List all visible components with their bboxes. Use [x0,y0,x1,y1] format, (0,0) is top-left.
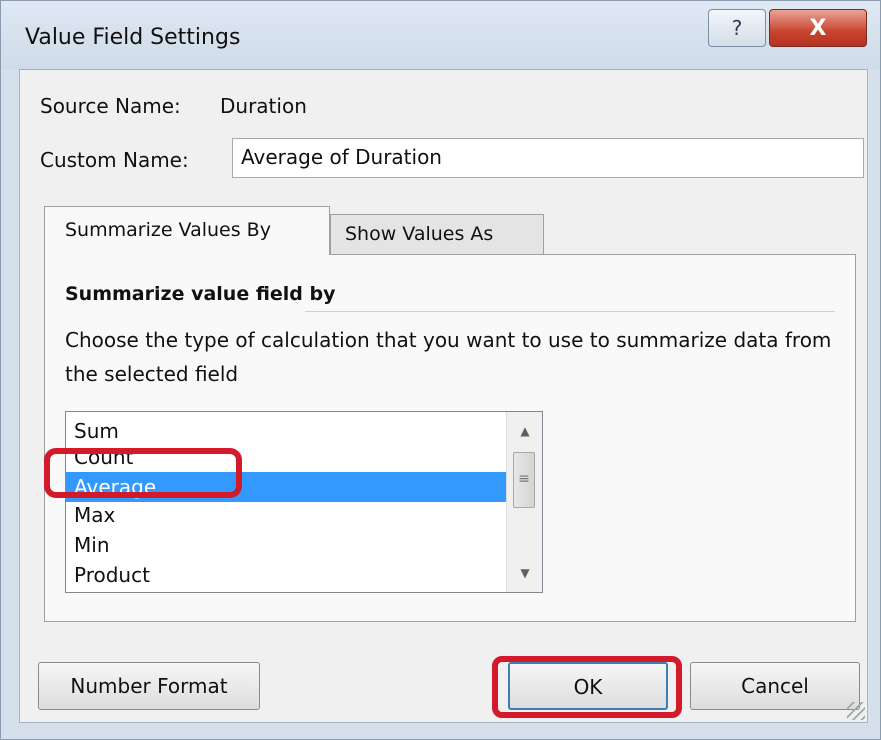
source-name-value: Duration [220,94,307,118]
dialog-title: Value Field Settings [25,25,241,50]
cancel-button[interactable]: Cancel [690,662,860,710]
listbox-scrollbar[interactable]: ▲ ≡ ▼ [506,412,542,592]
resize-grip[interactable] [847,702,865,720]
tab-show-values-as[interactable]: Show Values As [330,214,544,255]
scroll-thumb[interactable]: ≡ [513,452,535,508]
scroll-up-arrow-icon[interactable]: ▲ [507,418,542,444]
custom-name-input[interactable]: Average of Duration [232,138,864,178]
close-icon: X [809,15,827,41]
section-divider [305,311,835,312]
calculation-listbox[interactable]: Sum Count Average Max Min Product ▲ ≡ ▼ [65,411,543,593]
list-item-min[interactable]: Min [66,530,506,560]
ok-button[interactable]: OK [508,662,668,710]
dialog-body: Source Name: Duration Custom Name: Avera… [19,69,868,723]
help-button[interactable]: ? [708,9,766,47]
list-item-max[interactable]: Max [66,500,506,530]
tab-summarize-values-by[interactable]: Summarize Values By [44,206,330,255]
summarize-tab-panel: Summarize value field by Choose the type… [44,254,856,622]
close-button[interactable]: X [769,9,867,47]
list-item-average[interactable]: Average [66,472,506,502]
title-bar: Value Field Settings ? X [1,1,880,69]
section-title: Summarize value field by [65,283,336,305]
help-icon: ? [731,16,743,40]
list-item-product[interactable]: Product [66,560,506,590]
source-name-label: Source Name: [40,94,181,118]
custom-name-label: Custom Name: [40,148,189,172]
number-format-button[interactable]: Number Format [38,662,260,710]
calculation-description: Choose the type of calculation that you … [65,328,832,386]
scroll-down-arrow-icon[interactable]: ▼ [507,560,542,586]
value-field-settings-dialog: Value Field Settings ? X Source Name: Du… [0,0,881,740]
list-item-count[interactable]: Count [66,442,506,472]
